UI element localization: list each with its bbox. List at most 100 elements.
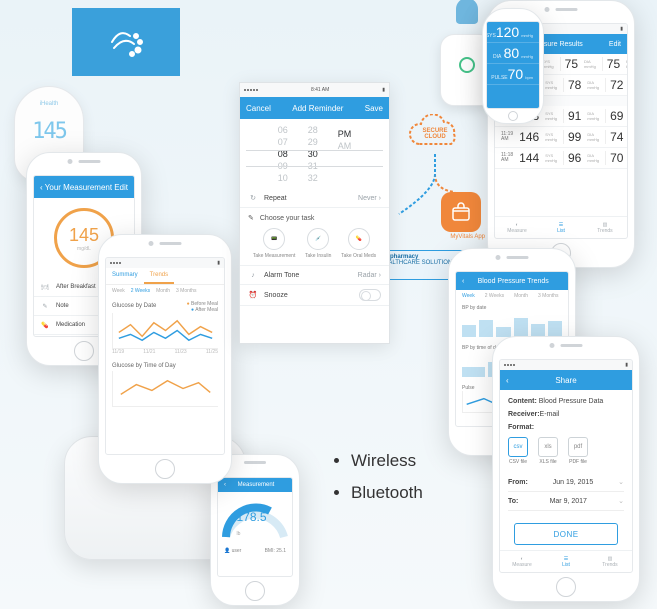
format-csv[interactable]: csvCSV file	[508, 437, 528, 465]
bmi-value: BMI: 25.1	[265, 548, 286, 554]
task-option[interactable]: 💉Take Insulin	[305, 228, 331, 259]
bullet: Bluetooth	[351, 483, 423, 503]
range-option[interactable]: Month	[156, 288, 170, 294]
section-title: BP by date	[462, 305, 486, 311]
save-button[interactable]: Save	[365, 104, 383, 113]
edit-button[interactable]: Edit	[114, 183, 128, 192]
to-date-row[interactable]: To:Mar 9, 2017⌄	[508, 492, 624, 511]
tab-trends[interactable]: Trends	[144, 268, 174, 284]
bp-bar-chart	[462, 311, 562, 339]
bp-result-row[interactable]: 11:19 AM146SYSmmHg99DIAmmHg74Pulsebpm	[495, 127, 627, 148]
task-option[interactable]: 💊Take Oral Meds	[341, 228, 376, 259]
tab-list[interactable]: ☰List	[544, 551, 588, 572]
legend: ● Before Meal● After Meal	[187, 301, 218, 313]
phone-glucose-trends: ▮ Summary Trends Week 2 Weeks Month 3 Mo…	[98, 234, 232, 484]
bp-result-row[interactable]: 11:18 AM144SYSmmHg96DIAmmHg70Pulsebpm	[495, 148, 627, 169]
back-button[interactable]: ‹	[506, 376, 509, 385]
device-led	[459, 57, 475, 73]
chevron-down-icon: ⌄	[618, 497, 624, 505]
snooze-icon: ⏰	[248, 290, 258, 300]
range-option[interactable]: 2 Weeks	[485, 293, 504, 299]
repeat-row[interactable]: ↻RepeatNever ›	[240, 189, 389, 208]
tab-bar: ◐Measure ☰List ▥Trends	[500, 550, 632, 572]
add-reminder-panel: 8:41 AM▮ Cancel Add Reminder Save 060708…	[239, 82, 390, 344]
pharmacy-label: MyVitals App	[450, 234, 485, 240]
edit-button[interactable]: Edit	[609, 41, 621, 48]
bee-logo	[72, 8, 180, 76]
tab-bar: ◐Measure ☰List ▥Trends	[495, 216, 627, 238]
tab-list[interactable]: ☰List	[539, 217, 583, 238]
bp-reading: DIA80mmHg	[487, 43, 539, 64]
home-button[interactable]	[556, 577, 576, 597]
page-title: Blood Pressure Trends	[478, 278, 549, 285]
user-icon: 👤 user	[224, 548, 241, 554]
chevron-down-icon: ⌄	[618, 478, 624, 486]
xls-icon: xls	[538, 437, 558, 457]
task-option[interactable]: 📟Take Measurement	[253, 228, 296, 259]
measurement-icon: 📟	[263, 228, 285, 250]
pdf-icon: pdf	[568, 437, 588, 457]
bullet: Wireless	[351, 451, 423, 471]
back-button[interactable]: ‹	[224, 482, 226, 488]
chart-title: Glucose by Time of Day	[112, 363, 218, 369]
from-date-row[interactable]: From:Jun 19, 2015⌄	[508, 473, 624, 492]
page-title: Share	[555, 376, 576, 385]
format-xls[interactable]: xlsXLS file	[538, 437, 558, 465]
range-option[interactable]: 3 Months	[176, 288, 197, 294]
bp-cuff	[456, 0, 478, 24]
repeat-icon: ↻	[248, 193, 258, 203]
note-icon: ✎	[40, 301, 50, 311]
page-title: Add Reminder	[292, 104, 343, 113]
bp-reading: SYS120mmHg	[487, 22, 539, 43]
glucose-chart	[112, 313, 218, 349]
tod-chart	[112, 371, 218, 407]
tab-summary[interactable]: Summary	[106, 268, 144, 284]
weight-gauge: 178.5 lb	[218, 492, 292, 546]
tab-measure[interactable]: ◐Measure	[495, 217, 539, 238]
format-pdf[interactable]: pdfPDF file	[568, 437, 588, 465]
csv-icon: csv	[508, 437, 528, 457]
task-label: Choose your task	[260, 215, 314, 222]
alarm-row[interactable]: ♪Alarm ToneRadar ›	[240, 266, 389, 285]
meds-icon: 💊	[40, 320, 50, 330]
tabs: Summary Trends	[106, 268, 224, 285]
home-button[interactable]	[155, 459, 175, 479]
pharmacy-icon	[441, 192, 481, 232]
home-button[interactable]	[74, 341, 94, 361]
chart-title: Glucose by Date	[112, 303, 156, 309]
status-bar: ▮	[500, 360, 632, 370]
page-title: Measurement	[238, 482, 275, 488]
done-button[interactable]: DONE	[514, 523, 618, 545]
range-option[interactable]: 2 Weeks	[131, 288, 150, 294]
receiver-value: E-mail	[540, 411, 560, 418]
home-button[interactable]	[245, 581, 265, 601]
range-option[interactable]: Week	[112, 288, 125, 294]
content-value: Blood Pressure Data	[539, 398, 604, 405]
range-option[interactable]: Week	[462, 293, 475, 299]
insulin-icon: 💉	[307, 228, 329, 250]
back-button[interactable]: ‹	[40, 183, 43, 192]
device-brand: iHealth	[40, 101, 59, 107]
snooze-toggle[interactable]	[359, 289, 381, 301]
tab-trends[interactable]: ▥Trends	[588, 551, 632, 572]
status-bar: 8:41 AM▮	[240, 83, 389, 97]
back-button[interactable]: ‹	[462, 278, 464, 285]
feature-bullets: Wireless Bluetooth	[335, 445, 423, 515]
glucose-unit: mg/dL	[77, 246, 91, 252]
task-icon: ✎	[248, 214, 254, 222]
tab-measure[interactable]: ◐Measure	[500, 551, 544, 572]
page-title: Your Measurement	[45, 183, 112, 192]
alarm-icon: ♪	[248, 270, 258, 280]
time-picker[interactable]: 0607080910 2829303132 PMAM	[240, 119, 389, 189]
home-button[interactable]	[508, 111, 518, 121]
range-selector: Week 2 Weeks Month 3 Months	[106, 285, 224, 297]
meal-icon: 🍽	[40, 282, 50, 292]
cancel-button[interactable]: Cancel	[246, 104, 271, 113]
status-bar: ▮	[106, 258, 224, 268]
bp-reading: PULSE70bpm	[487, 64, 539, 85]
pills-icon: 💊	[348, 228, 370, 250]
tab-trends[interactable]: ▥Trends	[583, 217, 627, 238]
range-option[interactable]: 3 Months	[538, 293, 559, 299]
phone-bp-live: SYS120mmHg DIA80mmHg PULSE70bpm	[482, 8, 544, 124]
range-option[interactable]: Month	[514, 293, 528, 299]
